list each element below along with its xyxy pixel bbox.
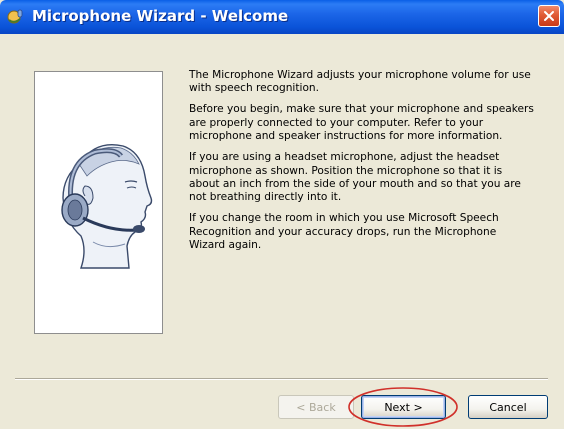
next-button[interactable]: Next > [361,395,446,419]
instructions-text: The Microphone Wizard adjusts your micro… [189,69,534,260]
window-title: Microphone Wizard - Welcome [32,7,289,25]
paragraph-intro: The Microphone Wizard adjusts your micro… [189,69,531,95]
paragraph-before-you-begin: Before you begin, make sure that your mi… [189,103,534,143]
microphone-wizard-icon [7,9,23,24]
wizard-body: The Microphone Wizard adjusts your micro… [0,34,564,429]
headset-person-illustration [61,144,153,269]
illustration-panel [34,71,163,334]
close-button[interactable] [538,5,560,27]
footer-separator [15,378,548,380]
title-bar[interactable]: Microphone Wizard - Welcome [0,0,564,34]
close-icon [544,11,554,21]
paragraph-headset: If you are using a headset microphone, a… [189,151,521,204]
cancel-button[interactable]: Cancel [468,395,548,419]
back-button[interactable]: < Back [278,395,354,419]
paragraph-room-change: If you change the room in which you use … [189,212,499,252]
